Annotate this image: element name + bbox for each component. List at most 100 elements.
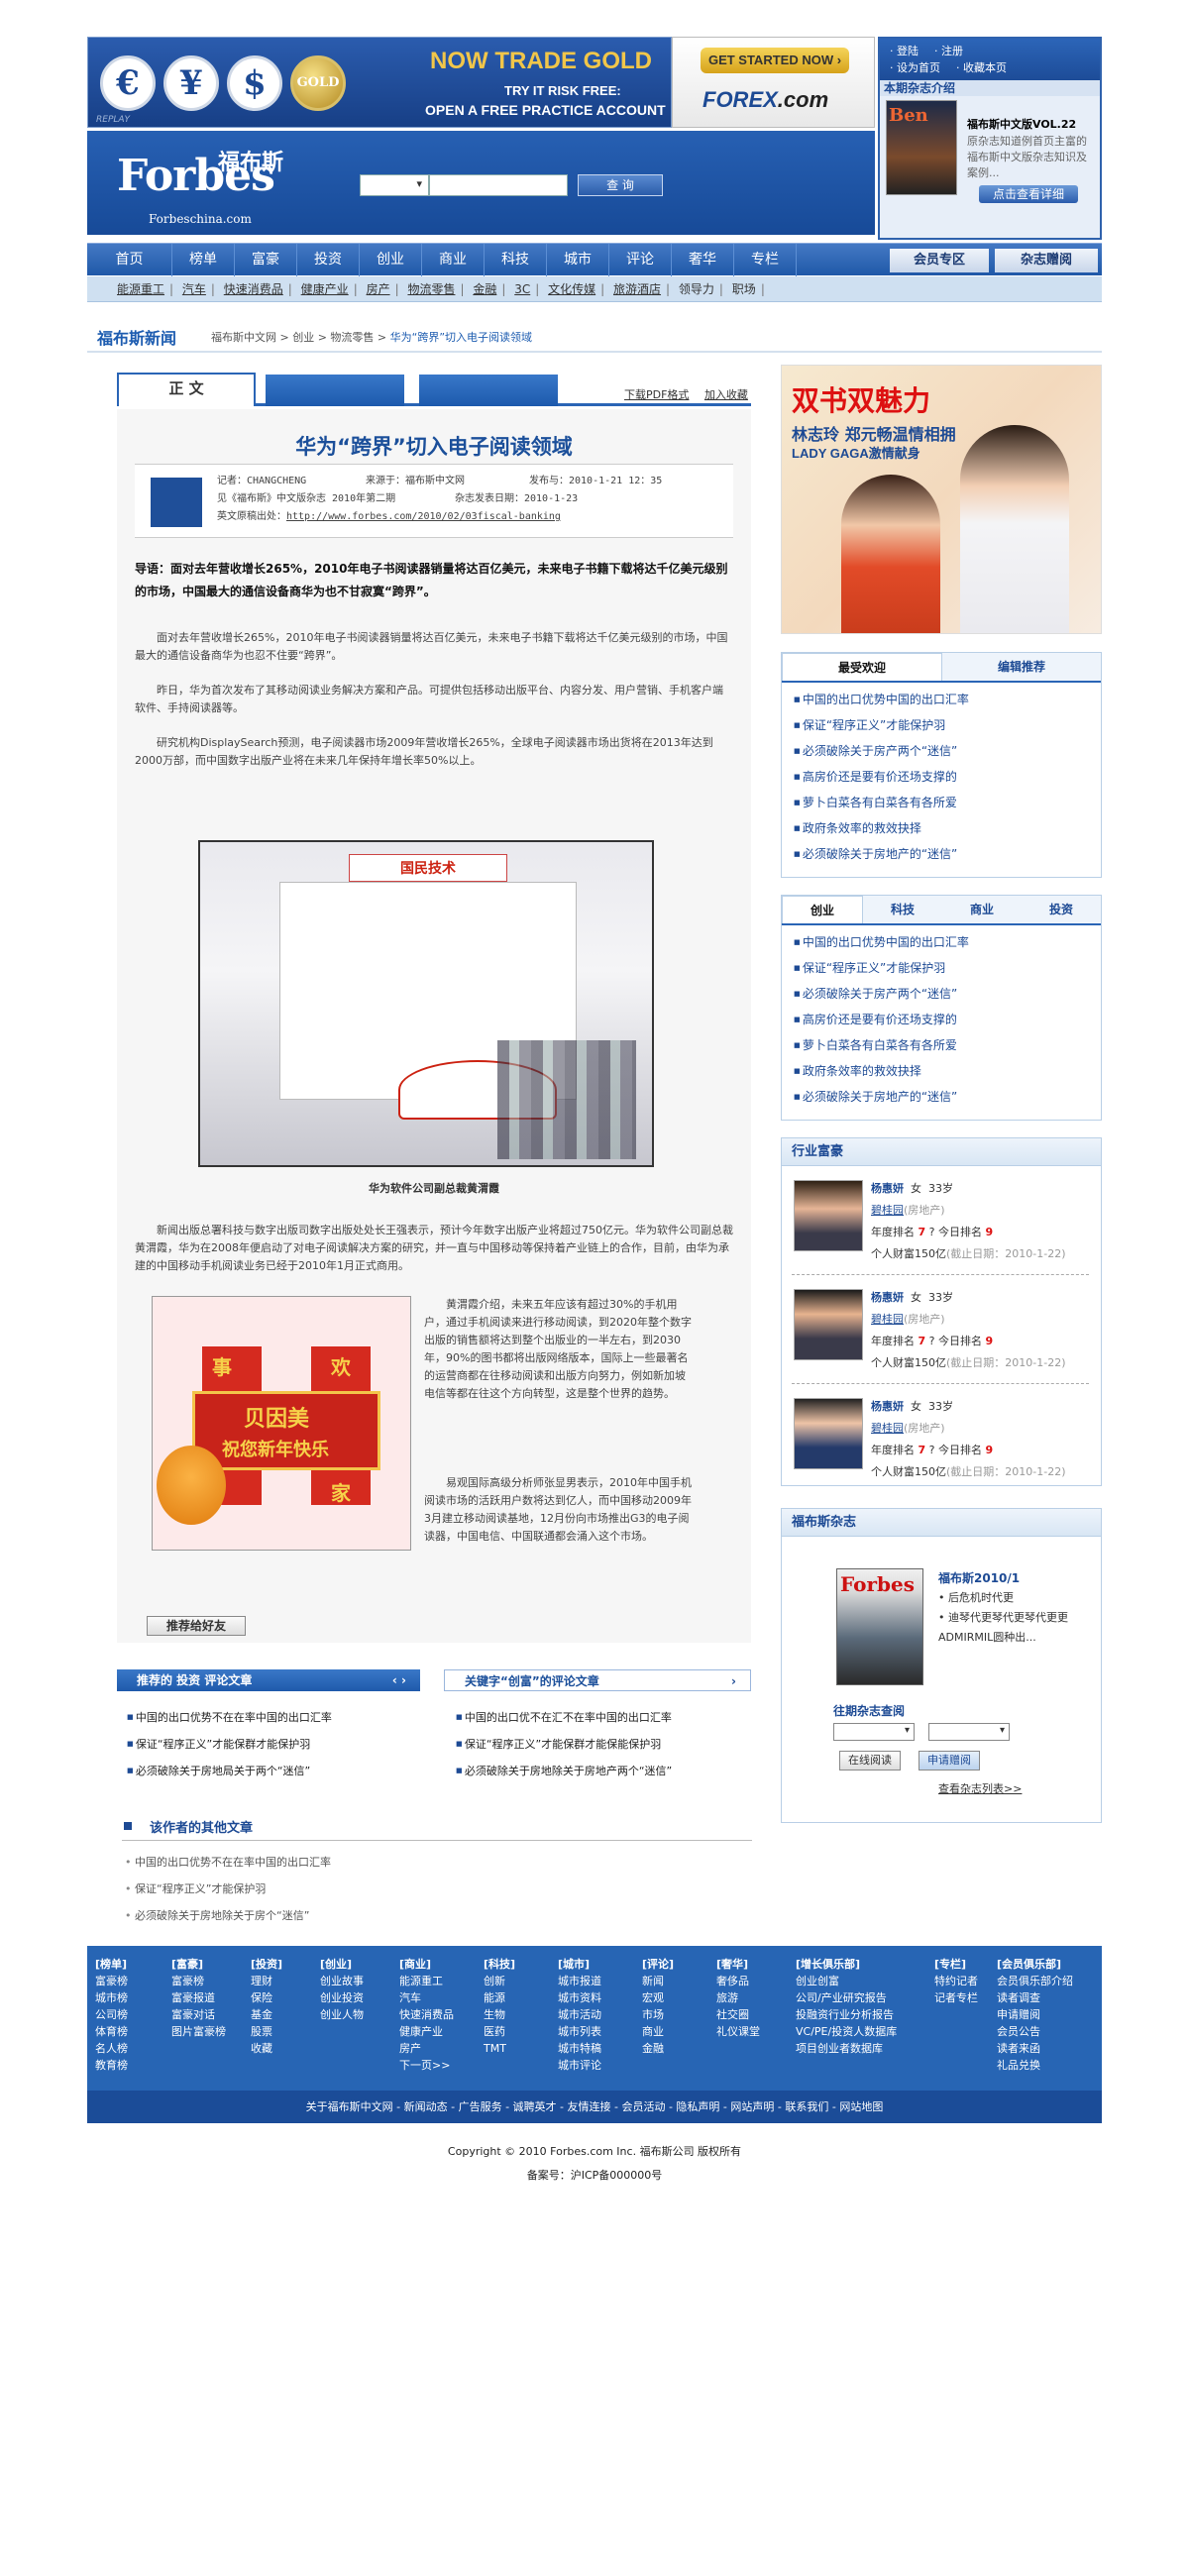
company-link[interactable]: 碧桂园 [871, 1313, 904, 1326]
footer-link[interactable]: 能源 [484, 1989, 515, 2006]
list-item[interactable]: 中国的出口优不在汇不在率中国的出口汇率 [456, 1704, 672, 1731]
search-button[interactable]: 查 询 [578, 174, 663, 196]
list-item[interactable]: 必须破除关于房产两个“迷信” [794, 981, 1089, 1007]
footer-link[interactable]: 读者调查 [997, 1989, 1073, 2006]
tab-editor-picks[interactable]: 编辑推荐 [942, 653, 1101, 681]
footer-link[interactable]: 城市报道 [558, 1973, 601, 1989]
subnav-health[interactable]: 健康产业 [301, 282, 349, 296]
list-item[interactable]: 萝卜白菜各有白菜各有各所爱 [794, 1032, 1089, 1058]
member-zone-button[interactable]: 会员专区 [890, 249, 989, 272]
footer-bar-links[interactable]: 关于福布斯中文网 - 新闻动态 - 广告服务 - 诚聘英才 - 友情连接 - 会… [87, 2091, 1102, 2123]
footer-link[interactable]: 收藏 [251, 2040, 282, 2057]
bookmark-link[interactable]: · 收藏本页 [956, 61, 1007, 74]
footer-col-heading[interactable]: [科技] [484, 1956, 515, 1973]
footer-link[interactable]: 城市资料 [558, 1989, 601, 2006]
list-item[interactable]: 政府条效率的救效抉择 [794, 1058, 1089, 1084]
list-item[interactable]: 中国的出口优势不在在率中国的出口汇率 [127, 1704, 332, 1731]
tab-business[interactable]: 商业 [942, 896, 1022, 923]
list-item[interactable]: 必须破除关于房地局关于两个“迷信” [127, 1758, 332, 1784]
list-item[interactable]: 必须破除关于房地产的“迷信” [794, 841, 1089, 867]
footer-link[interactable]: 宏观 [642, 1989, 674, 2006]
read-online-button[interactable]: 在线阅读 [839, 1751, 901, 1771]
footer-link[interactable]: 快速消费品 [399, 2006, 454, 2023]
footer-link[interactable]: 富豪榜 [95, 1973, 128, 1989]
get-started-button[interactable]: GET STARTED NOW › [701, 48, 849, 73]
footer-link[interactable]: 富豪报道 [171, 1989, 226, 2006]
meta-source-url[interactable]: http://www.forbes.com/2010/02/03fiscal-b… [286, 508, 561, 526]
list-item[interactable]: 必须破除关于房产两个“迷信” [794, 738, 1089, 764]
nav-tech[interactable]: 科技 [485, 244, 547, 276]
list-item[interactable]: 必须破除关于房地产的“迷信” [794, 1084, 1089, 1110]
subnav-energy[interactable]: 能源重工 [117, 282, 164, 296]
footer-link[interactable]: 礼仪课堂 [716, 2023, 760, 2040]
nav-comment[interactable]: 评论 [609, 244, 672, 276]
person-photo[interactable] [794, 1180, 863, 1251]
tab-invest[interactable]: 投资 [1022, 896, 1101, 923]
download-pdf-link[interactable]: 下载PDF格式 [624, 388, 689, 401]
footer-link[interactable]: TMT [484, 2040, 515, 2057]
nav-home[interactable]: 首页 [87, 244, 172, 276]
list-item[interactable]: 萝卜白菜各有白菜各有各所爱 [794, 790, 1089, 815]
footer-col-heading[interactable]: [专栏] [934, 1956, 978, 1973]
footer-col-heading[interactable]: [富豪] [171, 1956, 226, 1973]
footer-link[interactable]: 富豪对话 [171, 2006, 226, 2023]
footer-col-heading[interactable]: [投资] [251, 1956, 282, 1973]
company-link[interactable]: 碧桂园 [871, 1422, 904, 1435]
tab-3[interactable] [419, 375, 558, 406]
nav-city[interactable]: 城市 [547, 244, 609, 276]
footer-link[interactable]: 会员俱乐部介绍 [997, 1973, 1073, 1989]
footer-link[interactable]: 理财 [251, 1973, 282, 1989]
footer-link[interactable]: 基金 [251, 2006, 282, 2023]
breadcrumb-links[interactable]: 福布斯中文网 > 创业 > 物流零售 > [211, 331, 386, 344]
subnav-fmcg[interactable]: 快速消费品 [224, 282, 283, 296]
footer-link[interactable]: 奢侈品 [716, 1973, 760, 1989]
tab-startup[interactable]: 创业 [782, 896, 863, 923]
nav-startup[interactable]: 创业 [360, 244, 422, 276]
footer-link[interactable]: 旅游 [716, 1989, 760, 2006]
footer-link[interactable]: 教育榜 [95, 2057, 128, 2074]
footer-link[interactable]: 创新 [484, 1973, 515, 1989]
magazine-issue-title[interactable]: 福布斯中文版VOL.22 [967, 116, 1076, 132]
subnav-leadership[interactable]: 领导力 [679, 282, 714, 296]
subnav-media[interactable]: 文化传媒 [548, 282, 595, 296]
footer-link[interactable]: 医药 [484, 2023, 515, 2040]
list-item[interactable]: 高房价还是要有价还场支撑的 [794, 764, 1089, 790]
footer-link[interactable]: 读者来函 [997, 2040, 1073, 2057]
nav-luxury[interactable]: 奢华 [672, 244, 734, 276]
footer-link[interactable]: 创业投资 [320, 1989, 364, 2006]
footer-link[interactable]: 社交圈 [716, 2006, 760, 2023]
list-item[interactable]: 必须破除关于房地除关于房个“迷信” [125, 1902, 331, 1929]
apply-gift-button[interactable]: 申请赠阅 [919, 1751, 980, 1771]
company-link[interactable]: 碧桂园 [871, 1204, 904, 1217]
person-photo[interactable] [794, 1289, 863, 1360]
list-item[interactable]: 中国的出口优势不在在率中国的出口汇率 [125, 1849, 331, 1876]
footer-col-heading[interactable]: [评论] [642, 1956, 674, 1973]
footer-link[interactable]: 富豪榜 [171, 1973, 226, 1989]
list-item[interactable]: 政府条效率的救效抉择 [794, 815, 1089, 841]
nav-column[interactable]: 专栏 [734, 244, 797, 276]
list-item[interactable]: 保证“程序正义”才能保护羽 [125, 1876, 331, 1902]
tab-main-text[interactable]: 正 文 [117, 373, 256, 406]
subnav-logistics[interactable]: 物流零售 [407, 282, 455, 296]
tab-tech[interactable]: 科技 [863, 896, 942, 923]
footer-link[interactable]: 申请赠阅 [997, 2006, 1073, 2023]
magazine-cover-image[interactable]: Ben [886, 100, 957, 195]
footer-link[interactable]: 金融 [642, 2040, 674, 2057]
list-item[interactable]: 保证“程序正义”才能保群才能保能保护羽 [456, 1731, 672, 1758]
person-photo[interactable] [794, 1398, 863, 1469]
footer-col-heading[interactable]: [商业] [399, 1956, 454, 1973]
nav-arrows-icon[interactable]: ‹ › [392, 1669, 406, 1691]
footer-link[interactable]: 生物 [484, 2006, 515, 2023]
magazine-cover[interactable]: Forbes [836, 1568, 923, 1685]
search-category-select[interactable] [360, 174, 429, 196]
magazine-gift-button[interactable]: 杂志赠阅 [995, 249, 1098, 272]
subnav-travel[interactable]: 旅游酒店 [613, 282, 661, 296]
footer-link[interactable]: 图片富豪榜 [171, 2023, 226, 2040]
list-item[interactable]: 中国的出口优势中国的出口汇率 [794, 687, 1089, 712]
footer-link[interactable]: 健康产业 [399, 2023, 454, 2040]
nav-business[interactable]: 商业 [422, 244, 485, 276]
nav-rich[interactable]: 富豪 [235, 244, 297, 276]
footer-link[interactable]: 投融资行业分析报告 [796, 2006, 897, 2023]
footer-col-heading[interactable]: [榜单] [95, 1956, 128, 1973]
list-item[interactable]: 高房价还是要有价还场支撑的 [794, 1007, 1089, 1032]
